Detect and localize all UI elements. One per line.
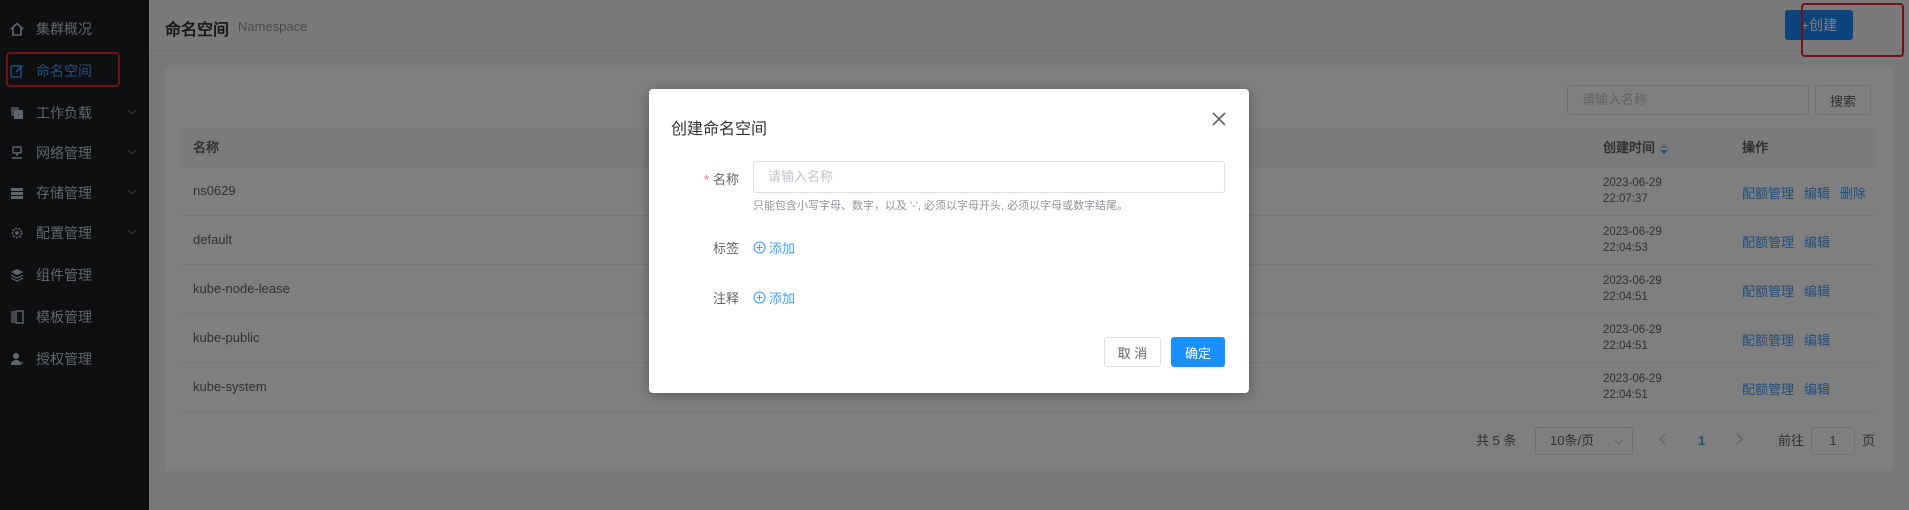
dialog-title: 创建命名空间: [671, 121, 768, 138]
name-label: * 名称: [649, 169, 739, 188]
name-input[interactable]: 请输入名称: [753, 161, 1225, 193]
name-hint: 只能包含小写字母、数字，以及 '-', 必须以字母开头, 必须以字母或数字结尾。: [753, 200, 1129, 212]
plus-circle-icon: [753, 241, 766, 254]
required-mark: *: [703, 172, 709, 187]
add-label-link[interactable]: 添加: [753, 238, 795, 257]
close-icon[interactable]: [1211, 111, 1227, 127]
name-label-text: 名称: [712, 172, 739, 187]
labels-label: 标签: [712, 241, 739, 256]
create-namespace-dialog: 创建命名空间 * 名称 请输入名称 只能包含小写字母、数字，以及 '-', 必须以…: [649, 89, 1249, 393]
cancel-button[interactable]: 取 消: [1104, 337, 1161, 367]
confirm-button[interactable]: 确定: [1171, 337, 1225, 367]
add-label-text: 添加: [769, 241, 796, 256]
add-annotation-text: 添加: [769, 291, 796, 306]
plus-circle-icon: [753, 291, 766, 304]
add-annotation-link[interactable]: 添加: [753, 288, 795, 307]
annotations-label: 注释: [712, 291, 739, 306]
